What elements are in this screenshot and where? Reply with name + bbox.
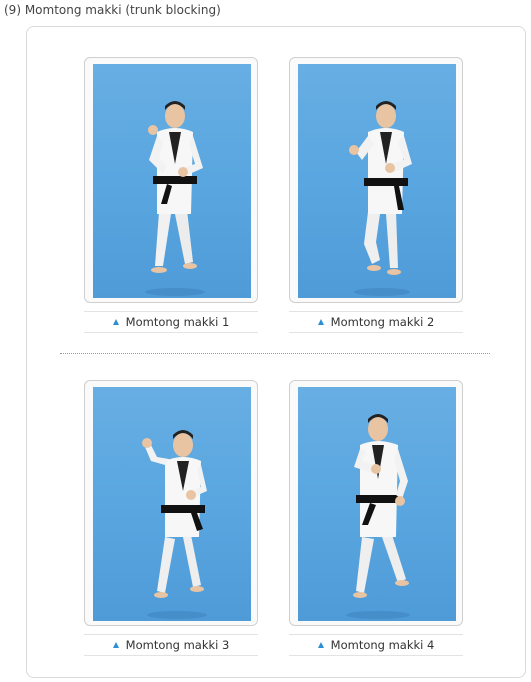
- triangle-up-icon: [317, 642, 324, 648]
- photo-momtong-makki-1[interactable]: [93, 64, 251, 298]
- photo-momtong-makki-2[interactable]: [298, 64, 456, 298]
- image-gallery-panel: Momtong makki 1 Momtong makki 2 Momtong …: [26, 26, 526, 678]
- caption-label: Momtong makki 3: [125, 638, 230, 652]
- row-divider: [60, 353, 490, 354]
- photo-caption-1[interactable]: Momtong makki 1: [84, 311, 258, 333]
- figure-illustration: [142, 430, 207, 619]
- photo-momtong-makki-3[interactable]: [93, 387, 251, 621]
- caption-label: Momtong makki 1: [125, 315, 230, 329]
- photo-frame: [289, 57, 463, 303]
- figure-illustration: [145, 101, 205, 296]
- photo-momtong-makki-4[interactable]: [298, 387, 456, 621]
- triangle-up-icon: [112, 319, 119, 325]
- page-title: (9) Momtong makki (trunk blocking): [4, 3, 221, 17]
- figure-illustration: [346, 414, 410, 619]
- photo-frame: [84, 380, 258, 626]
- triangle-up-icon: [317, 319, 324, 325]
- caption-label: Momtong makki 2: [330, 315, 435, 329]
- photo-frame: [289, 380, 463, 626]
- photo-caption-2[interactable]: Momtong makki 2: [289, 311, 463, 333]
- photo-caption-4[interactable]: Momtong makki 4: [289, 634, 463, 656]
- photo-caption-3[interactable]: Momtong makki 3: [84, 634, 258, 656]
- caption-label: Momtong makki 4: [330, 638, 435, 652]
- triangle-up-icon: [112, 642, 119, 648]
- photo-frame: [84, 57, 258, 303]
- figure-illustration: [349, 101, 412, 296]
